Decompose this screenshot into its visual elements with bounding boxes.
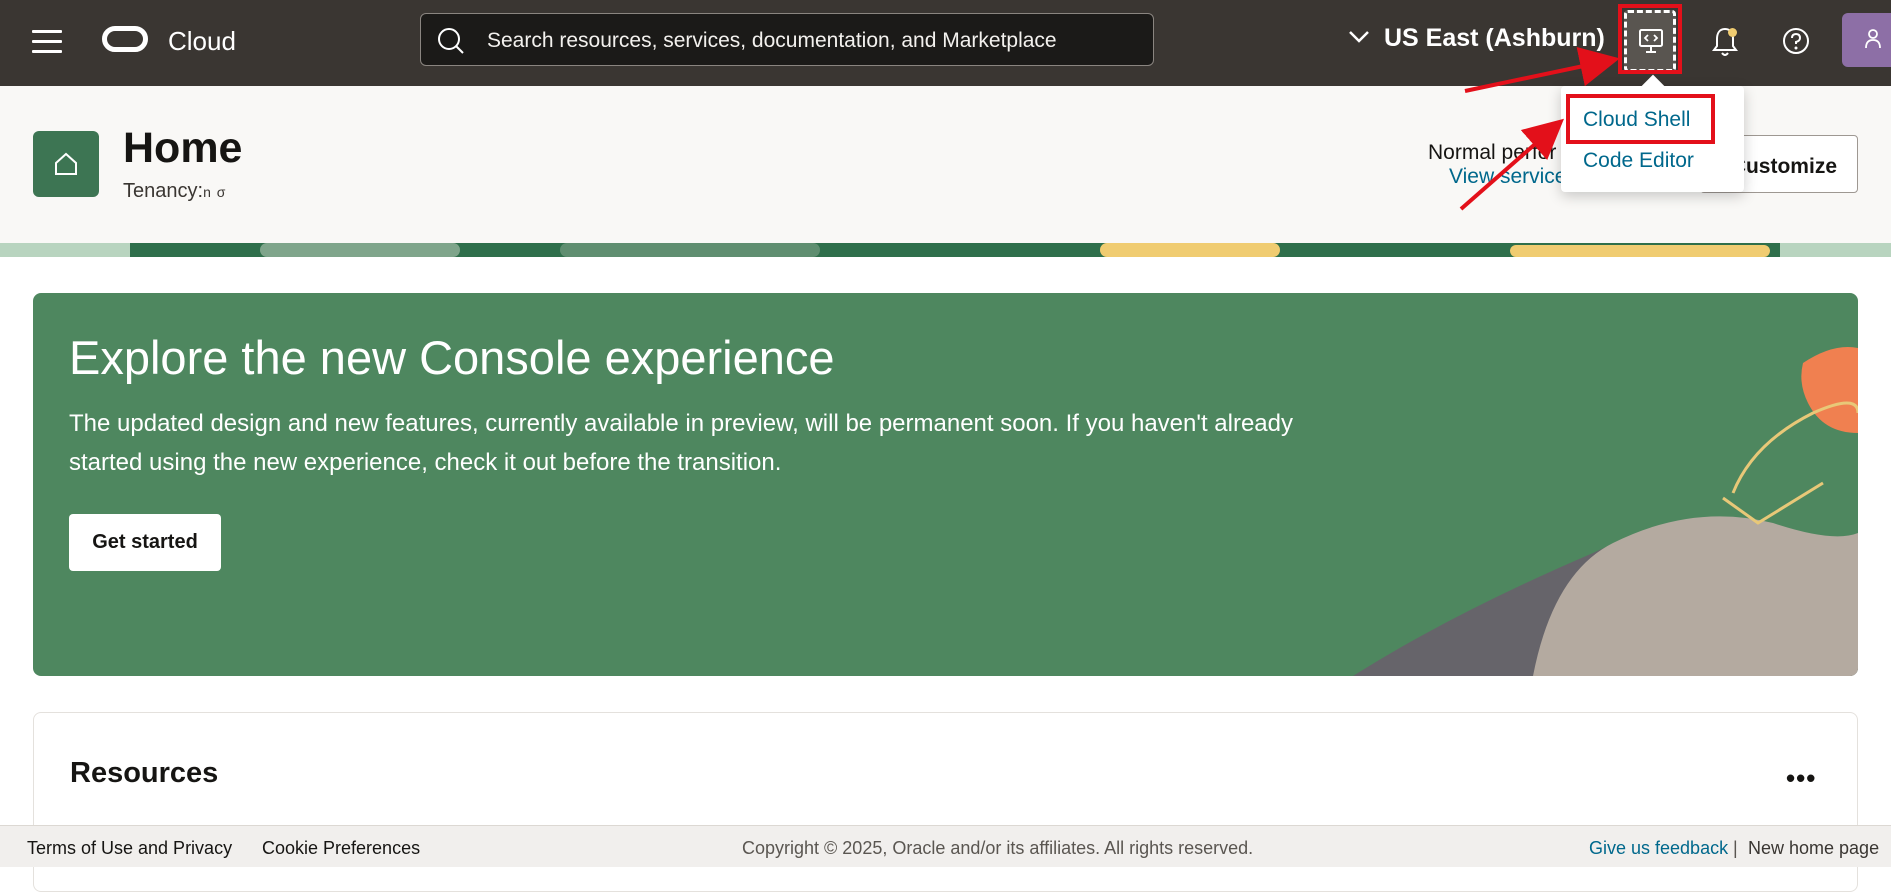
home-icon xyxy=(55,152,77,175)
menu-icon[interactable] xyxy=(32,30,62,56)
chevron-down-icon xyxy=(1349,31,1369,44)
decorative-pattern xyxy=(0,243,1891,257)
region-selector[interactable]: US East (Ashburn) xyxy=(1348,24,1605,53)
tenancy-value: n σ xyxy=(203,184,227,200)
help-icon[interactable] xyxy=(1781,26,1811,56)
developer-tools-menu: Cloud Shell Code Editor xyxy=(1561,74,1744,192)
notification-dot xyxy=(1728,28,1737,37)
home-page-icon xyxy=(33,131,99,197)
banner-description: The updated design and new features, cur… xyxy=(69,410,1293,476)
more-options-icon[interactable]: ••• xyxy=(1786,763,1816,794)
get-started-button[interactable]: Get started xyxy=(69,514,221,571)
tenancy-label: Tenancy: xyxy=(123,180,204,202)
avatar[interactable] xyxy=(1842,13,1891,67)
console-experience-banner: Explore the new Console experience The u… xyxy=(33,293,1858,676)
search-input[interactable]: Search resources, services, documentatio… xyxy=(420,13,1154,66)
footer-separator: | xyxy=(1733,838,1738,858)
user-icon xyxy=(1865,29,1881,49)
tenancy-info: Tenancy:n σ xyxy=(123,180,226,203)
cookie-preferences-link[interactable]: Cookie Preferences xyxy=(262,838,420,859)
developer-tools-button[interactable] xyxy=(1624,10,1676,72)
search-icon xyxy=(438,28,464,54)
region-label: US East (Ashburn) xyxy=(1384,24,1605,52)
cloud-shell-icon xyxy=(1639,29,1663,53)
top-bar: Cloud Search resources, services, docume… xyxy=(0,0,1891,86)
banner-title: Explore the new Console experience xyxy=(69,331,835,384)
resources-title: Resources xyxy=(70,757,219,789)
footer: Terms of Use and Privacy Cookie Preferen… xyxy=(0,825,1891,867)
menu-item-code-editor[interactable]: Code Editor xyxy=(1583,149,1694,173)
oracle-logo[interactable] xyxy=(102,26,148,52)
terms-link[interactable]: Terms of Use and Privacy xyxy=(27,838,232,859)
search-placeholder: Search resources, services, documentatio… xyxy=(487,29,1057,52)
menu-item-cloud-shell[interactable]: Cloud Shell xyxy=(1583,108,1690,132)
new-home-page-link[interactable]: New home page xyxy=(1748,838,1879,859)
page-title: Home xyxy=(123,124,243,172)
feedback-link[interactable]: Give us feedback xyxy=(1589,838,1728,859)
brand-label[interactable]: Cloud xyxy=(168,26,236,57)
copyright-text: Copyright © 2025, Oracle and/or its affi… xyxy=(742,838,1254,858)
view-service-status-link[interactable]: View service xyxy=(1449,165,1567,189)
service-status-text: Normal perfor xyxy=(1428,141,1557,164)
